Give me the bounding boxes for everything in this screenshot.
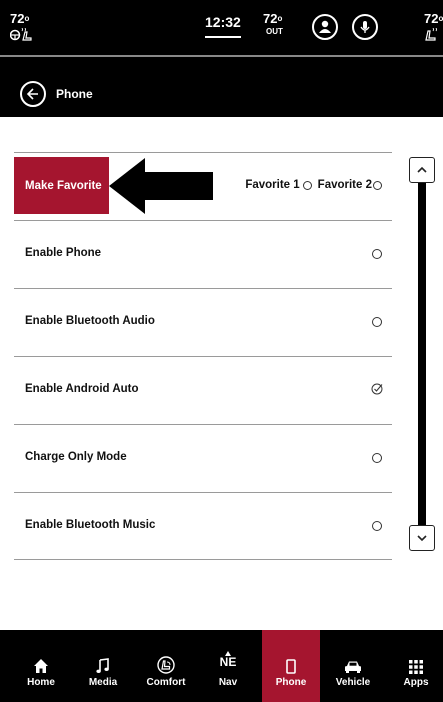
seat-comfort-icon <box>157 644 175 674</box>
setting-label: Enable Phone <box>25 247 102 259</box>
setting-row-enable-bluetooth-audio[interactable]: Enable Bluetooth Audio <box>14 288 392 356</box>
clock: 12:32 <box>205 14 241 30</box>
nav-apps[interactable]: Apps <box>396 630 436 702</box>
setting-row-enable-android-auto[interactable]: Enable Android Auto <box>14 356 392 424</box>
apps-grid-icon <box>409 644 423 674</box>
back-button[interactable] <box>20 81 46 107</box>
phone-icon <box>286 644 296 674</box>
microphone-icon <box>360 21 370 33</box>
nav-label: Comfort <box>146 677 186 688</box>
nav-comfort[interactable]: Comfort <box>140 630 192 702</box>
setting-row-enable-bluetooth-music[interactable]: Enable Bluetooth Music <box>14 492 392 560</box>
heated-seat-steering-icon[interactable] <box>9 27 32 44</box>
chevron-down-icon <box>417 535 427 542</box>
status-bar: 72o 12:32 72o OUT 72o <box>0 0 443 55</box>
setting-radio[interactable] <box>372 249 382 259</box>
nav-media[interactable]: Media <box>78 630 128 702</box>
chevron-up-icon <box>417 166 427 173</box>
favorite-1-label: Favorite 1 <box>245 179 300 191</box>
phone-settings-list: Make Favorite Favorite 1 Favorite 2 Enab… <box>14 152 392 560</box>
favorite-1-radio[interactable] <box>302 180 312 190</box>
user-profile-icon <box>319 20 331 33</box>
passenger-temp-value: 72 <box>424 11 439 26</box>
nav-nav[interactable]: NE Nav <box>206 630 250 702</box>
make-favorite-button[interactable]: Make Favorite <box>14 157 109 214</box>
scrollbar-track[interactable] <box>418 170 426 538</box>
setting-row-enable-phone[interactable]: Enable Phone <box>14 220 392 288</box>
outside-temperature: 72o <box>263 12 282 26</box>
setting-radio-checked[interactable] <box>371 383 383 395</box>
favorite-2-radio[interactable] <box>373 180 382 190</box>
nav-label: Phone <box>275 677 307 688</box>
clock-underline <box>205 36 241 38</box>
degree-symbol: o <box>438 14 443 23</box>
passenger-temperature[interactable]: 72o <box>424 12 443 26</box>
setting-radio[interactable] <box>372 453 382 463</box>
driver-temperature[interactable]: 72o <box>10 12 29 26</box>
voice-command-button[interactable] <box>352 14 378 40</box>
outside-temp-value: 72 <box>263 11 278 26</box>
degree-symbol: o <box>24 14 30 23</box>
setting-row-charge-only-mode[interactable]: Charge Only Mode <box>14 424 392 492</box>
user-profile-button[interactable] <box>312 14 338 40</box>
scroll-up-button[interactable] <box>409 157 435 183</box>
back-arrow-icon <box>26 88 38 100</box>
favorite-options: Favorite 1 Favorite 2 <box>245 179 382 191</box>
favorite-row: Make Favorite Favorite 1 Favorite 2 <box>14 152 392 220</box>
car-icon <box>344 644 362 674</box>
setting-label: Enable Bluetooth Music <box>25 519 156 531</box>
setting-radio[interactable] <box>372 521 382 531</box>
degree-symbol: o <box>277 14 283 23</box>
setting-label: Charge Only Mode <box>25 451 127 463</box>
compass-heading: NE <box>219 654 237 669</box>
setting-radio[interactable] <box>372 317 382 327</box>
driver-temp-value: 72 <box>10 11 25 26</box>
nav-label: Vehicle <box>335 677 371 688</box>
setting-label: Enable Bluetooth Audio <box>25 315 155 327</box>
passenger-heated-seat-icon[interactable] <box>424 27 443 44</box>
nav-home[interactable]: Home <box>16 630 66 702</box>
favorite-1-option[interactable]: Favorite 1 <box>245 179 312 191</box>
setting-label: Enable Android Auto <box>25 383 139 395</box>
outside-label: OUT <box>266 27 283 36</box>
nav-label: Home <box>27 677 55 688</box>
title-bar: Phone <box>0 57 443 117</box>
nav-label: Apps <box>403 677 429 688</box>
favorite-2-label: Favorite 2 <box>317 179 372 191</box>
pointer-arrow-icon <box>109 158 213 214</box>
nav-label: Media <box>88 677 118 688</box>
music-note-icon <box>96 644 110 674</box>
scroll-down-button[interactable] <box>409 525 435 551</box>
page-title: Phone <box>56 87 93 101</box>
compass-icon: NE <box>219 644 237 674</box>
nav-label: Nav <box>218 677 238 688</box>
bottom-nav: Home Media Comfort NE Nav Phone Vehicle <box>0 630 443 702</box>
home-icon <box>33 644 49 674</box>
nav-phone[interactable]: Phone <box>262 630 320 702</box>
favorite-2-option[interactable]: Favorite 2 <box>318 179 382 191</box>
nav-vehicle[interactable]: Vehicle <box>330 630 376 702</box>
